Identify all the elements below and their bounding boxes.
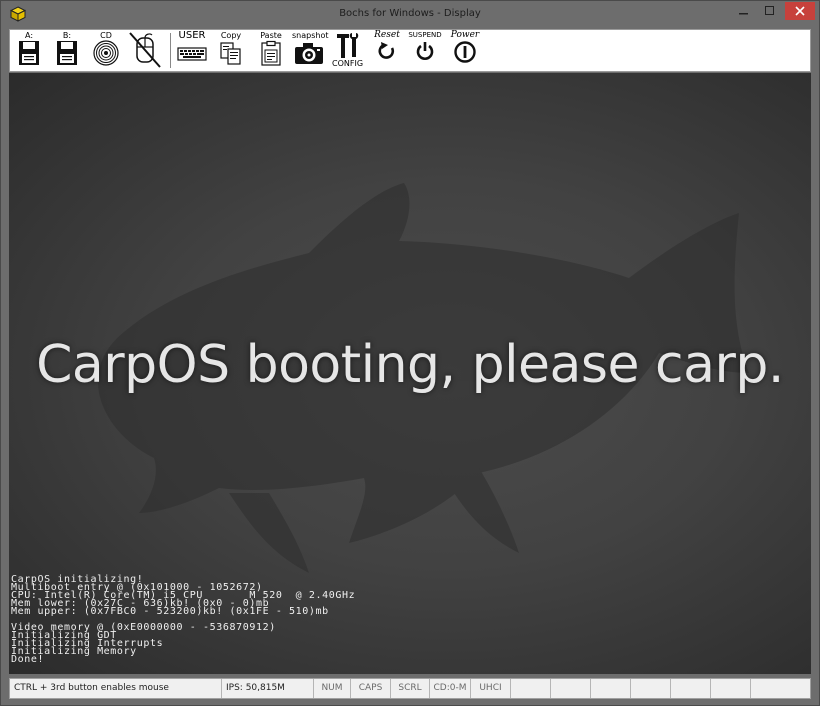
reset-arrow-icon <box>378 42 395 59</box>
copy-icon <box>220 42 241 65</box>
status-slot <box>590 679 630 698</box>
window-title: Bochs for Windows - Display <box>339 8 481 19</box>
power-label: Power <box>450 30 480 40</box>
power-icon <box>454 41 476 63</box>
status-slot <box>510 679 550 698</box>
cdrom-indicator: CD:0-M <box>429 679 470 698</box>
suspend-button[interactable]: SUSPEND <box>408 31 442 71</box>
floppy-a-label: A: <box>24 31 34 40</box>
config-label: CONFIG <box>332 59 364 68</box>
reset-label: Reset <box>374 30 400 40</box>
config-button[interactable]: CONFIG <box>332 31 364 71</box>
close-button[interactable] <box>785 2 815 20</box>
console-line: Mem upper: (0x7FBC0 - 523200)kb! (0x1FE … <box>11 606 329 617</box>
snapshot-label: snapshot <box>292 31 329 40</box>
minimize-icon <box>739 13 748 15</box>
status-slot <box>710 679 750 698</box>
reset-button[interactable]: Reset <box>370 31 404 71</box>
status-bar: CTRL + 3rd button enables mouse IPS: 50,… <box>9 678 811 699</box>
emulator-display[interactable]: CarpOS booting, please carp. CarpOS init… <box>9 73 811 674</box>
boot-console: CarpOS initializing! Multiboot entry @ (… <box>11 575 355 665</box>
camera-icon <box>295 43 323 64</box>
maximize-button[interactable] <box>757 2 783 20</box>
floppy-disk-icon <box>57 41 77 65</box>
paste-button[interactable]: Paste <box>256 31 286 71</box>
status-slot <box>750 679 810 698</box>
toolbar: A: B: CD USER Copy Paste snapshot CONFIG… <box>9 29 811 72</box>
caps-lock-indicator: CAPS <box>350 679 390 698</box>
suspend-label: SUSPEND <box>408 31 442 39</box>
ips-status: IPS: 50,815M <box>221 679 313 698</box>
num-lock-indicator: NUM <box>313 679 350 698</box>
mouse-toggle-button[interactable] <box>128 31 162 71</box>
title-bar[interactable]: Bochs for Windows - Display <box>1 1 819 28</box>
minimize-button[interactable] <box>731 2 757 20</box>
user-button[interactable]: USER <box>176 31 208 71</box>
paste-clipboard-icon <box>261 40 281 66</box>
keyboard-icon <box>177 47 207 61</box>
mouse-hint-status: CTRL + 3rd button enables mouse <box>14 683 169 693</box>
copy-button[interactable]: Copy <box>216 31 246 71</box>
power-button[interactable]: Power <box>448 31 482 71</box>
cdrom-button[interactable]: CD <box>90 31 122 71</box>
close-icon <box>795 6 805 16</box>
mouse-disabled-icon <box>129 32 161 68</box>
status-slot <box>670 679 710 698</box>
uhci-indicator: UHCI <box>470 679 510 698</box>
cdrom-label: CD <box>100 31 112 40</box>
cd-disc-icon <box>93 40 119 66</box>
maximize-icon <box>765 6 774 15</box>
user-label: USER <box>178 30 206 41</box>
toolbar-separator <box>170 33 171 68</box>
console-line: Initializing Memory <box>11 646 137 657</box>
floppy-b-label: B: <box>62 31 72 40</box>
boot-banner: CarpOS booting, please carp. <box>36 335 784 395</box>
console-line: Done! <box>11 654 45 665</box>
floppy-disk-icon <box>19 41 39 65</box>
suspend-power-icon <box>416 42 434 60</box>
scroll-lock-indicator: SCRL <box>390 679 429 698</box>
snapshot-button[interactable]: snapshot <box>292 31 329 71</box>
tools-config-icon <box>337 33 359 58</box>
copy-label: Copy <box>220 31 242 40</box>
floppy-b-button[interactable]: B: <box>52 31 82 71</box>
paste-label: Paste <box>260 31 282 40</box>
bochs-window: Bochs for Windows - Display A: B: CD USE… <box>0 0 820 706</box>
floppy-a-button[interactable]: A: <box>14 31 44 71</box>
status-slot <box>550 679 590 698</box>
status-slot <box>630 679 670 698</box>
